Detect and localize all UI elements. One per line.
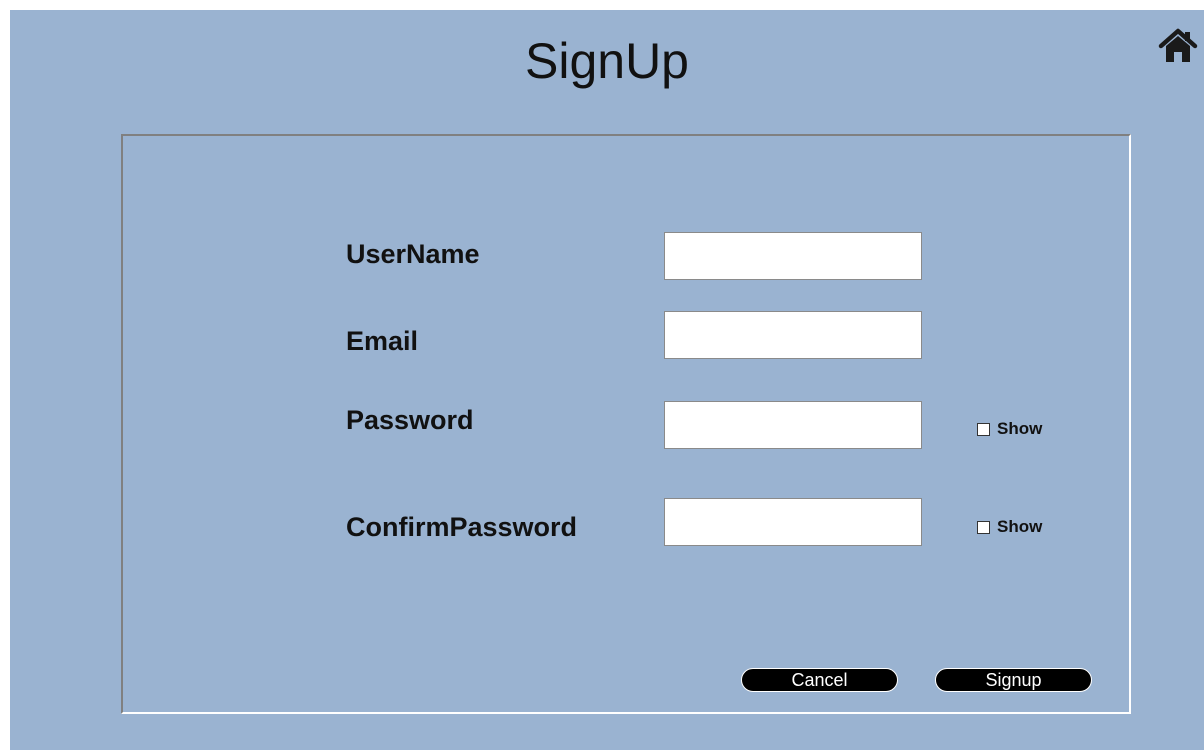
home-button[interactable] bbox=[1158, 27, 1198, 63]
email-label: Email bbox=[346, 326, 419, 356]
password-show-label: Show bbox=[997, 419, 1043, 438]
username-label: UserName bbox=[346, 239, 480, 269]
signup-form-panel: UserName Email Password Show ConfirmPass… bbox=[121, 134, 1131, 714]
page-title: SignUp bbox=[525, 33, 689, 89]
confirm-show-checkbox[interactable] bbox=[977, 520, 990, 534]
signup-button[interactable]: Signup bbox=[935, 668, 1092, 692]
username-input[interactable] bbox=[664, 232, 922, 280]
email-input[interactable] bbox=[664, 311, 922, 359]
signup-window: SignUp UserName Email Password Show Conf… bbox=[10, 10, 1204, 750]
confirm-show-toggle[interactable]: Show bbox=[977, 517, 1042, 537]
home-icon bbox=[1158, 28, 1198, 62]
password-input[interactable] bbox=[664, 401, 922, 449]
password-label: Password bbox=[346, 405, 474, 435]
password-show-toggle[interactable]: Show bbox=[977, 419, 1042, 439]
confirm-show-label: Show bbox=[997, 517, 1043, 536]
confirm-password-label: ConfirmPassword bbox=[346, 512, 578, 542]
cancel-button[interactable]: Cancel bbox=[741, 668, 898, 692]
confirm-password-input[interactable] bbox=[664, 498, 922, 546]
password-show-checkbox[interactable] bbox=[977, 422, 990, 436]
